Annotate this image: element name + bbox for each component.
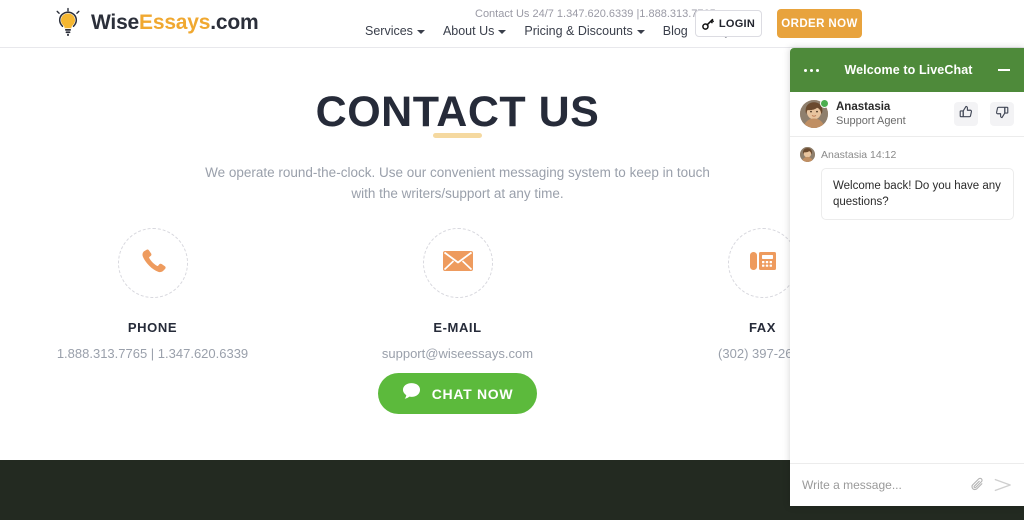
nav-item-services[interactable]: Services — [365, 24, 425, 38]
message-bubble: Welcome back! Do you have any questions? — [821, 168, 1014, 220]
chat-now-button[interactable]: CHAT NOW — [378, 373, 537, 414]
login-label: LOGIN — [718, 17, 756, 30]
livechat-title: Welcome to LiveChat — [844, 63, 973, 77]
message-author: Anastasia — [821, 148, 868, 161]
thumbs-down-button[interactable] — [990, 102, 1014, 126]
contact-card-value: 1.888.313.7765 | 1.347.620.6339 — [56, 346, 249, 361]
chat-now-label: CHAT NOW — [431, 385, 514, 402]
page-title: CONTACT US — [315, 88, 600, 136]
contact-card-phone: PHONE 1.888.313.7765 | 1.347.620.6339 — [28, 228, 278, 361]
contact-card-title: E-MAIL — [433, 320, 482, 335]
site-header: WiseEssays.com Contact Us 24/7 1.347.620… — [0, 0, 1024, 48]
speech-bubble-icon — [402, 382, 421, 405]
logo-text-part3: .com — [210, 11, 259, 34]
message-input[interactable]: Write a message... — [802, 478, 962, 492]
page-root: WiseEssays.com Contact Us 24/7 1.347.620… — [0, 0, 1024, 520]
envelope-icon — [442, 245, 474, 282]
nav-label: About Us — [442, 24, 495, 38]
icon-circle — [422, 228, 493, 298]
livechat-messages: Anastasia 14:12 Welcome back! Do you hav… — [790, 137, 1024, 463]
avatar — [800, 99, 829, 128]
message-meta: Anastasia 14:12 — [800, 147, 1014, 162]
page-subtitle: We operate round-the-clock. Use our conv… — [205, 165, 710, 201]
phone-icon — [138, 246, 168, 281]
chevron-down-icon — [636, 30, 645, 34]
order-now-button[interactable]: ORDER NOW — [777, 9, 862, 38]
lightbulb-icon — [52, 7, 84, 39]
chevron-down-icon — [498, 30, 507, 34]
thumbs-up-icon — [959, 105, 973, 124]
contact-card-title: FAX — [748, 320, 777, 335]
livechat-agent-bar: Anastasia Support Agent — [790, 92, 1024, 137]
message-author-time: Anastasia 14:12 — [821, 149, 896, 161]
ellipsis-icon[interactable] — [804, 68, 819, 72]
icon-circle — [727, 228, 798, 298]
nav-item-pricing-discounts[interactable]: Pricing & Discounts — [524, 24, 645, 38]
paperclip-icon[interactable] — [971, 477, 985, 493]
chevron-down-icon — [416, 30, 425, 34]
logo-text-part1: Wise — [91, 11, 140, 34]
logo-text: WiseEssays.com — [91, 11, 259, 35]
icon-circle — [117, 228, 188, 298]
agent-name: Anastasia — [836, 101, 891, 113]
chat-message: Anastasia 14:12 Welcome back! Do you hav… — [800, 147, 1014, 220]
login-button[interactable]: LOGIN — [695, 10, 762, 37]
order-now-label: ORDER NOW — [781, 17, 858, 30]
contact-card-email: E-MAIL support@wiseessays.com — [333, 228, 583, 361]
thumbs-down-icon — [995, 105, 1009, 124]
online-status-dot — [820, 99, 829, 108]
nav-item-about-us[interactable]: About Us — [442, 24, 507, 38]
minimize-icon[interactable] — [998, 69, 1010, 71]
site-logo[interactable]: WiseEssays.com — [52, 7, 259, 39]
contact-card-title: PHONE — [127, 320, 178, 335]
message-avatar — [800, 147, 815, 162]
contact-methods: PHONE 1.888.313.7765 | 1.347.620.6339 E-… — [0, 228, 915, 361]
agent-info: Anastasia Support Agent — [836, 100, 946, 128]
contact-card-value: support@wiseessays.com — [381, 346, 534, 361]
nav-label: Services — [365, 24, 413, 38]
livechat-input-bar[interactable]: Write a message... — [790, 463, 1024, 506]
thumbs-up-button[interactable] — [954, 102, 978, 126]
key-icon — [701, 18, 714, 30]
livechat-header: Welcome to LiveChat — [790, 48, 1024, 92]
header-contact-line: Contact Us 24/7 1.347.620.6339 |1.888.31… — [475, 8, 716, 20]
logo-text-part2: Essays — [139, 11, 211, 34]
title-divider — [433, 133, 482, 138]
livechat-widget: Welcome to LiveChat Anastasia Support Ag… — [790, 48, 1024, 506]
send-icon[interactable] — [994, 477, 1012, 493]
nav-item-blog[interactable]: Blog — [663, 24, 688, 38]
nav-label: Blog — [662, 24, 688, 38]
main-navigation: Services About Us Pricing & Discounts Bl… — [365, 24, 750, 38]
fax-icon — [748, 246, 778, 281]
agent-role: Support Agent — [836, 115, 906, 127]
nav-label: Pricing & Discounts — [524, 24, 633, 38]
message-time: 14:12 — [870, 148, 897, 161]
